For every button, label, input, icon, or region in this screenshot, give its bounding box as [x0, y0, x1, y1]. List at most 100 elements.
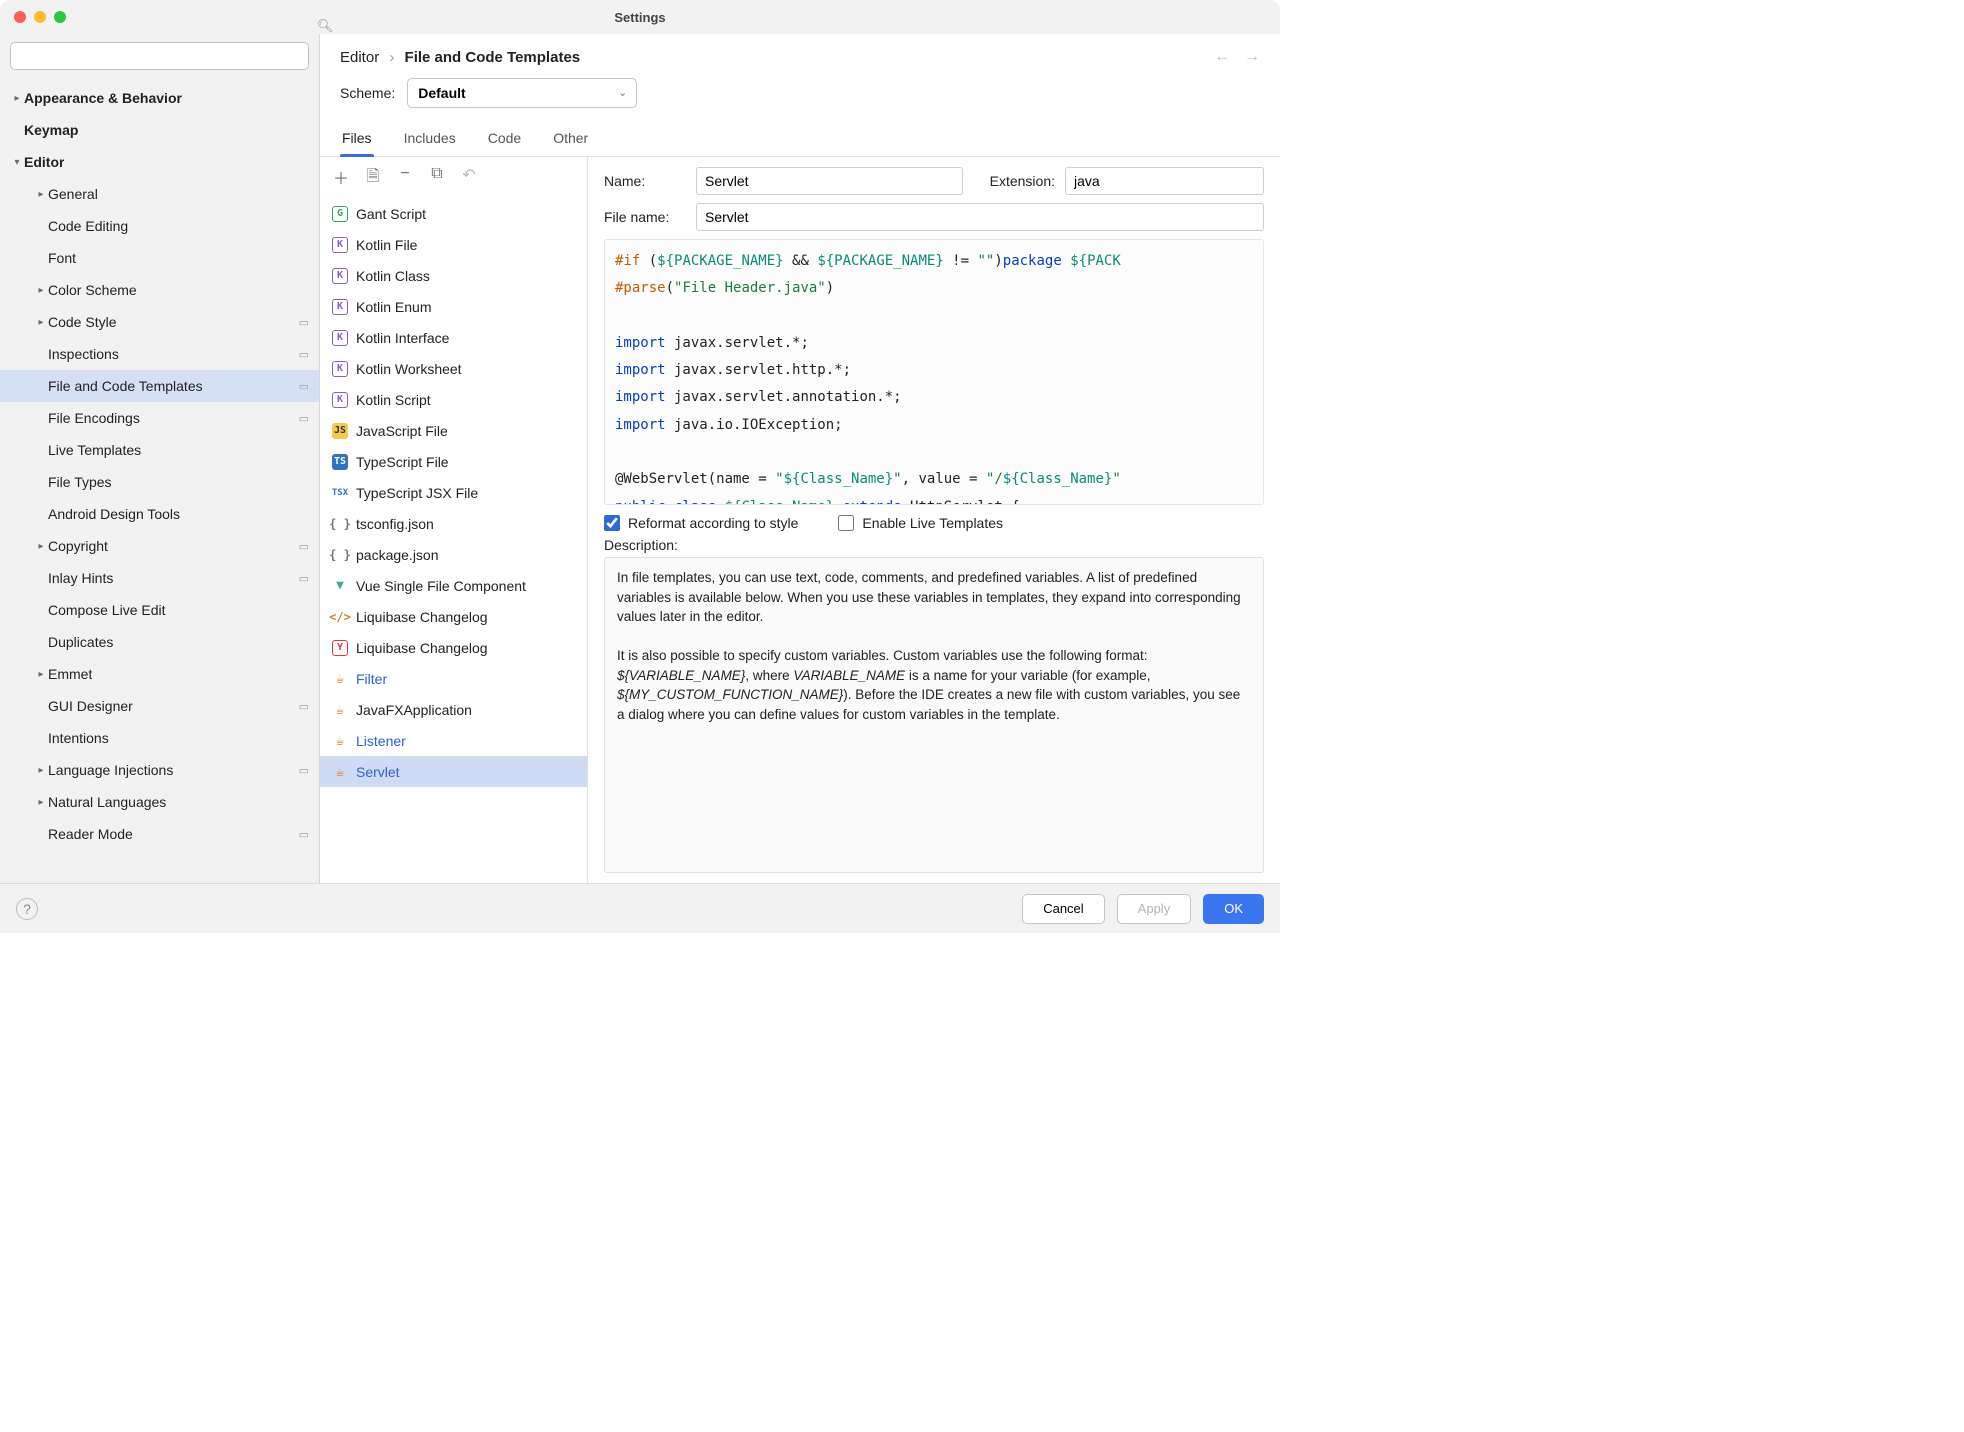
template-kotlin-enum[interactable]: KKotlin Enum [320, 291, 587, 322]
template-editor[interactable]: #if (${PACKAGE_NAME} && ${PACKAGE_NAME} … [604, 239, 1264, 505]
sidebar-item-copyright[interactable]: ▸Copyright▭ [0, 530, 319, 562]
remove-icon[interactable]: − [396, 165, 414, 192]
search-input[interactable] [10, 42, 309, 70]
sidebar-item-compose-live-edit[interactable]: Compose Live Edit [0, 594, 319, 626]
sidebar-item-duplicates[interactable]: Duplicates [0, 626, 319, 658]
sidebar-item-keymap[interactable]: Keymap [0, 114, 319, 146]
sidebar-item-code-style[interactable]: ▸Code Style▭ [0, 306, 319, 338]
apply-button[interactable]: Apply [1117, 894, 1192, 924]
reformat-checkbox[interactable]: Reformat according to style [604, 515, 798, 531]
chevron-right-icon[interactable]: ▸ [34, 669, 48, 680]
chevron-right-icon[interactable]: ▸ [34, 317, 48, 328]
chevron-right-icon[interactable]: ▸ [34, 797, 48, 808]
template-kotlin-worksheet[interactable]: KKotlin Worksheet [320, 353, 587, 384]
copy-icon[interactable]: ⧉ [428, 165, 446, 192]
template-kotlin-file[interactable]: KKotlin File [320, 229, 587, 260]
template-label: JavaScript File [356, 423, 448, 439]
template-liquibase-changelog[interactable]: </>Liquibase Changelog [320, 601, 587, 632]
description-box: In file templates, you can use text, cod… [604, 557, 1264, 873]
template-kotlin-class[interactable]: KKotlin Class [320, 260, 587, 291]
scheme-select[interactable]: Default [407, 78, 637, 108]
template-typescript-jsx-file[interactable]: TSXTypeScript JSX File [320, 477, 587, 508]
sidebar-item-label: Editor [24, 154, 64, 170]
sidebar-item-label: Intentions [48, 730, 109, 746]
sidebar-item-code-editing[interactable]: Code Editing [0, 210, 319, 242]
sidebar-item-reader-mode[interactable]: Reader Mode▭ [0, 818, 319, 850]
window-title: Settings [0, 10, 1280, 25]
template-listener[interactable]: ☕Listener [320, 725, 587, 756]
tab-code[interactable]: Code [486, 124, 523, 156]
template-label: tsconfig.json [356, 516, 434, 532]
sidebar-item-gui-designer[interactable]: GUI Designer▭ [0, 690, 319, 722]
breadcrumb-parent[interactable]: Editor [340, 49, 379, 66]
br-icon: { } [332, 547, 348, 563]
sidebar-item-file-and-code-templates[interactable]: File and Code Templates▭ [0, 370, 319, 402]
sidebar-item-label: General [48, 186, 98, 202]
tab-files[interactable]: Files [340, 124, 374, 156]
scheme-label: Scheme: [340, 85, 395, 101]
settings-sidebar: 🔍︎ ▸Appearance & BehaviorKeymap▾Editor▸G… [0, 34, 320, 883]
cancel-button[interactable]: Cancel [1022, 894, 1104, 924]
sidebar-item-font[interactable]: Font [0, 242, 319, 274]
template-label: Liquibase Changelog [356, 609, 488, 625]
sidebar-item-general[interactable]: ▸General [0, 178, 319, 210]
template-label: Listener [356, 733, 406, 749]
template-kotlin-interface[interactable]: KKotlin Interface [320, 322, 587, 353]
chevron-right-icon[interactable]: ▸ [34, 285, 48, 296]
sidebar-item-language-injections[interactable]: ▸Language Injections▭ [0, 754, 319, 786]
name-field[interactable] [696, 167, 963, 195]
template-typescript-file[interactable]: TSTypeScript File [320, 446, 587, 477]
template-filter[interactable]: ☕Filter [320, 663, 587, 694]
tab-other[interactable]: Other [551, 124, 590, 156]
help-icon[interactable]: ? [16, 898, 38, 920]
template-kotlin-script[interactable]: KKotlin Script [320, 384, 587, 415]
sidebar-item-file-types[interactable]: File Types [0, 466, 319, 498]
template-javascript-file[interactable]: JSJavaScript File [320, 415, 587, 446]
template-servlet[interactable]: ☕Servlet [320, 756, 587, 787]
sidebar-item-live-templates[interactable]: Live Templates [0, 434, 319, 466]
settings-tree[interactable]: ▸Appearance & BehaviorKeymap▾Editor▸Gene… [0, 78, 319, 883]
extension-field[interactable] [1065, 167, 1264, 195]
back-icon[interactable]: ← [1214, 48, 1230, 66]
template-list-pane: ＋ 🗎 − ⧉ ↶ GGant ScriptKKotlin FileKKotli… [320, 157, 588, 883]
template-label: JavaFXApplication [356, 702, 472, 718]
ok-button[interactable]: OK [1203, 894, 1264, 924]
chevron-right-icon[interactable]: ▸ [10, 93, 24, 104]
template-liquibase-changelog[interactable]: YLiquibase Changelog [320, 632, 587, 663]
sidebar-item-natural-languages[interactable]: ▸Natural Languages [0, 786, 319, 818]
sidebar-item-label: Duplicates [48, 634, 113, 650]
template-list[interactable]: GGant ScriptKKotlin FileKKotlin ClassKKo… [320, 198, 587, 883]
sidebar-item-color-scheme[interactable]: ▸Color Scheme [0, 274, 319, 306]
sidebar-item-android-design-tools[interactable]: Android Design Tools [0, 498, 319, 530]
template-vue-single-file-component[interactable]: ▼ Vue Single File Component [320, 570, 587, 601]
add-icon[interactable]: ＋ [332, 165, 350, 192]
sidebar-item-appearance-behavior[interactable]: ▸Appearance & Behavior [0, 82, 319, 114]
sidebar-item-emmet[interactable]: ▸Emmet [0, 658, 319, 690]
add-child-icon[interactable]: 🗎 [364, 165, 382, 192]
sidebar-item-editor[interactable]: ▾Editor [0, 146, 319, 178]
ts-icon: TS [332, 454, 348, 470]
sidebar-item-intentions[interactable]: Intentions [0, 722, 319, 754]
template-label: Kotlin File [356, 237, 417, 253]
revert-icon[interactable]: ↶ [460, 165, 478, 192]
filename-field[interactable] [696, 203, 1264, 231]
sidebar-item-label: Copyright [48, 538, 108, 554]
chevron-right-icon[interactable]: ▸ [34, 541, 48, 552]
template-javafxapplication[interactable]: ☕JavaFXApplication [320, 694, 587, 725]
chevron-right-icon[interactable]: ▸ [34, 189, 48, 200]
template-label: Vue Single File Component [356, 578, 526, 594]
chevron-down-icon[interactable]: ▾ [10, 157, 24, 168]
template-package-json[interactable]: { }package.json [320, 539, 587, 570]
sidebar-item-inlay-hints[interactable]: Inlay Hints▭ [0, 562, 319, 594]
template-gant-script[interactable]: GGant Script [320, 198, 587, 229]
chevron-right-icon[interactable]: ▸ [34, 765, 48, 776]
sidebar-item-label: Language Injections [48, 762, 173, 778]
vue-icon: ▼ [332, 578, 348, 594]
forward-icon[interactable]: → [1244, 48, 1260, 66]
sidebar-item-inspections[interactable]: Inspections▭ [0, 338, 319, 370]
template-tsconfig-json[interactable]: { }tsconfig.json [320, 508, 587, 539]
live-templates-checkbox[interactable]: Enable Live Templates [838, 515, 1003, 531]
sidebar-item-file-encodings[interactable]: File Encodings▭ [0, 402, 319, 434]
tab-includes[interactable]: Includes [402, 124, 458, 156]
sidebar-item-label: Color Scheme [48, 282, 137, 298]
